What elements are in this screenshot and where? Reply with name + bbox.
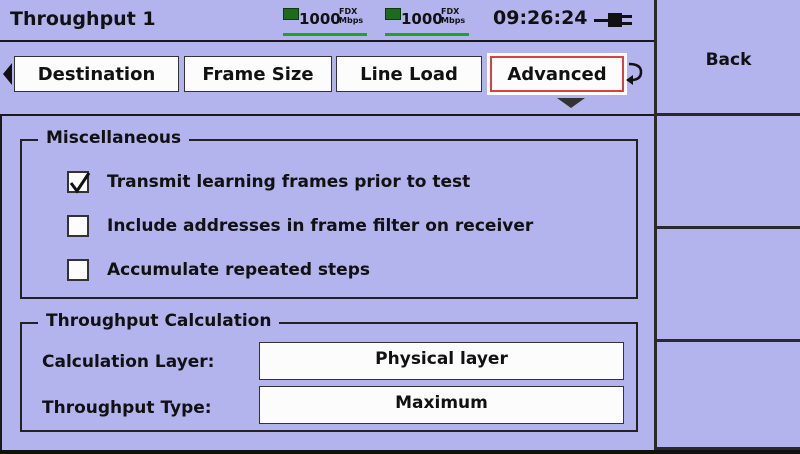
bottom-edge xyxy=(0,450,800,454)
port2-link-indicator xyxy=(385,33,469,36)
calculation-layer-select[interactable]: Physical layer xyxy=(259,342,624,380)
back-button-label: Back xyxy=(705,50,752,70)
port1-duplex: FDX Mbps xyxy=(339,7,363,25)
throughput-calculation-group: Throughput Calculation Calculation Layer… xyxy=(20,311,638,432)
port2-duplex: FDX Mbps xyxy=(441,7,465,25)
back-button[interactable]: Back xyxy=(654,0,800,116)
option-label: Transmit learning frames prior to test xyxy=(107,172,471,192)
ethernet-jack-icon xyxy=(385,8,401,20)
screen: Throughput 1 1000 FDX Mbps 1000 FDX Mbps… xyxy=(0,0,800,454)
throughput-calculation-title: Throughput Calculation xyxy=(38,311,280,331)
port2-duplex-bottom: Mbps xyxy=(441,16,466,25)
port2-speed: 1000 xyxy=(401,10,443,28)
port2-duplex-top: FDX xyxy=(441,7,460,16)
port1-speed: 1000 xyxy=(299,10,341,28)
option-transmit-learning-frames[interactable]: Transmit learning frames prior to test xyxy=(67,167,470,197)
port1-status: 1000 FDX Mbps xyxy=(283,6,373,36)
tab-advanced[interactable]: Advanced xyxy=(487,53,627,95)
title-bar: Throughput 1 1000 FDX Mbps 1000 FDX Mbps… xyxy=(0,0,654,42)
page-title: Throughput 1 xyxy=(10,8,156,30)
option-include-addresses[interactable]: Include addresses in frame filter on rec… xyxy=(67,211,533,241)
tab-destination[interactable]: Destination xyxy=(14,56,179,92)
throughput-type-label: Throughput Type: xyxy=(42,398,212,418)
port1-duplex-top: FDX xyxy=(339,7,358,16)
tab-frame-size[interactable]: Frame Size xyxy=(184,56,332,92)
function-key-4[interactable] xyxy=(654,342,800,450)
option-accumulate-repeated-steps[interactable]: Accumulate repeated steps xyxy=(67,255,370,285)
return-arrow-icon[interactable] xyxy=(624,60,646,88)
tab-scroll-left-icon[interactable] xyxy=(3,63,12,85)
clock: 09:26:24 xyxy=(493,7,588,29)
checkbox-include-addresses[interactable] xyxy=(67,215,89,237)
miscellaneous-title: Miscellaneous xyxy=(38,128,190,148)
option-label: Include addresses in frame filter on rec… xyxy=(107,216,534,236)
port1-duplex-bottom: Mbps xyxy=(339,16,364,25)
miscellaneous-group: Miscellaneous Transmit learning frames p… xyxy=(20,128,638,299)
port1-link-indicator xyxy=(283,33,367,36)
ac-power-plug-icon xyxy=(594,13,632,27)
port2-status: 1000 FDX Mbps xyxy=(385,6,475,36)
checkbox-transmit-learning-frames[interactable] xyxy=(67,171,91,194)
tab-bar: Destination Frame Size Line Load Advance… xyxy=(0,42,654,114)
active-tab-indicator-icon xyxy=(557,98,585,108)
throughput-type-select[interactable]: Maximum xyxy=(259,386,624,424)
ethernet-jack-icon xyxy=(283,8,299,20)
checkbox-accumulate-repeated-steps[interactable] xyxy=(67,259,89,281)
calculation-layer-label: Calculation Layer: xyxy=(42,352,215,372)
tab-line-load[interactable]: Line Load xyxy=(336,56,482,92)
checkmark-icon xyxy=(69,172,91,194)
function-key-panel: Back xyxy=(654,0,800,450)
divider xyxy=(0,114,654,116)
function-key-3[interactable] xyxy=(654,229,800,342)
option-label: Accumulate repeated steps xyxy=(107,260,370,280)
function-key-2[interactable] xyxy=(654,116,800,229)
